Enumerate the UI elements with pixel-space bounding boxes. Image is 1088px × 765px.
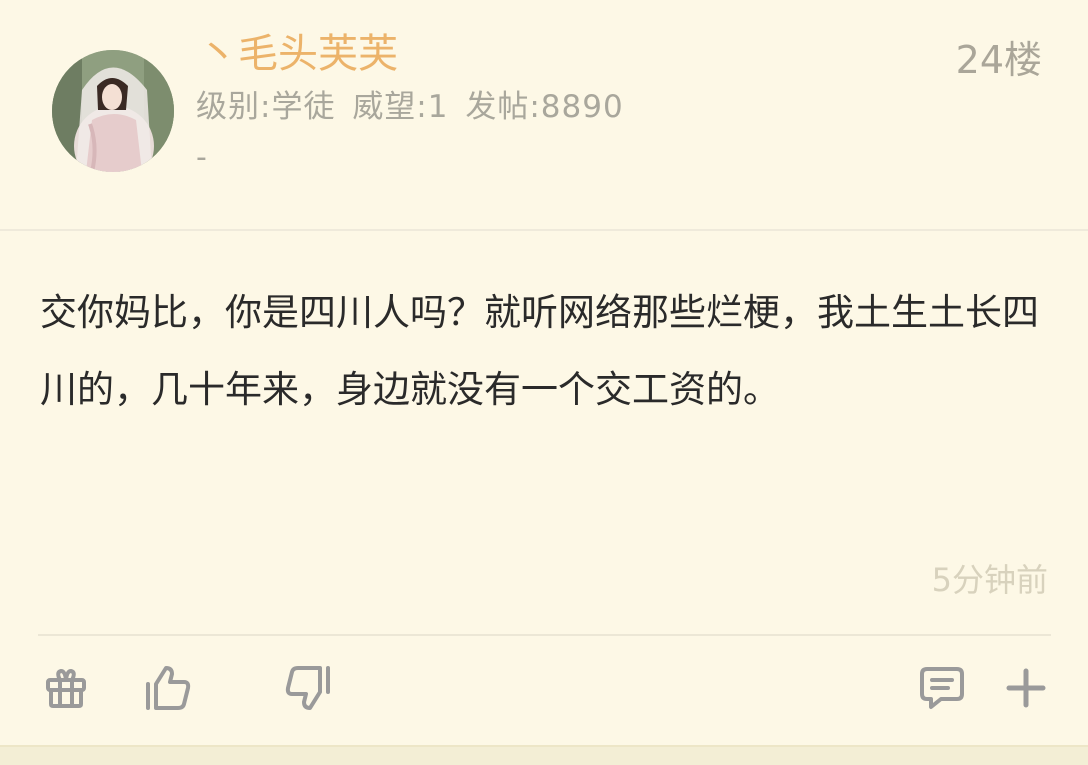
user-signature: - [196,140,207,175]
thumbs-down-icon [285,666,330,710]
user-meta: 级别:学徒 威望:1 发帖:8890 [196,86,630,128]
like-button[interactable] [140,660,196,716]
thumbs-up-icon [146,666,191,710]
avatar[interactable] [52,50,174,172]
user-prestige: 威望:1 [352,89,449,125]
more-button[interactable] [998,660,1054,716]
dislike-button[interactable] [280,660,336,716]
next-post-separator [0,745,1088,765]
floor-number: 24楼 [955,38,1042,82]
comment-icon [920,667,964,709]
username[interactable]: 丶毛头芙芙 [198,28,398,80]
post-card: 丶毛头芙芙 级别:学徒 威望:1 发帖:8890 - 24楼 交你妈比，你是四川… [0,0,1088,745]
gift-icon [46,669,86,708]
header-divider [0,229,1088,231]
avatar-image [52,50,174,172]
post-content: 交你妈比，你是四川人吗？就听网络那些烂梗，我土生土长四川的，几十年来，身边就没有… [40,291,1039,411]
plus-icon [1006,668,1046,708]
post-time: 5分钟前 [931,561,1048,599]
gift-button[interactable] [38,660,94,716]
footer-divider [38,634,1051,636]
user-post-count: 发帖:8890 [465,89,624,125]
username-text: 丶毛头芙芙 [198,31,398,77]
comment-button[interactable] [914,660,970,716]
user-level: 级别:学徒 [196,89,336,125]
